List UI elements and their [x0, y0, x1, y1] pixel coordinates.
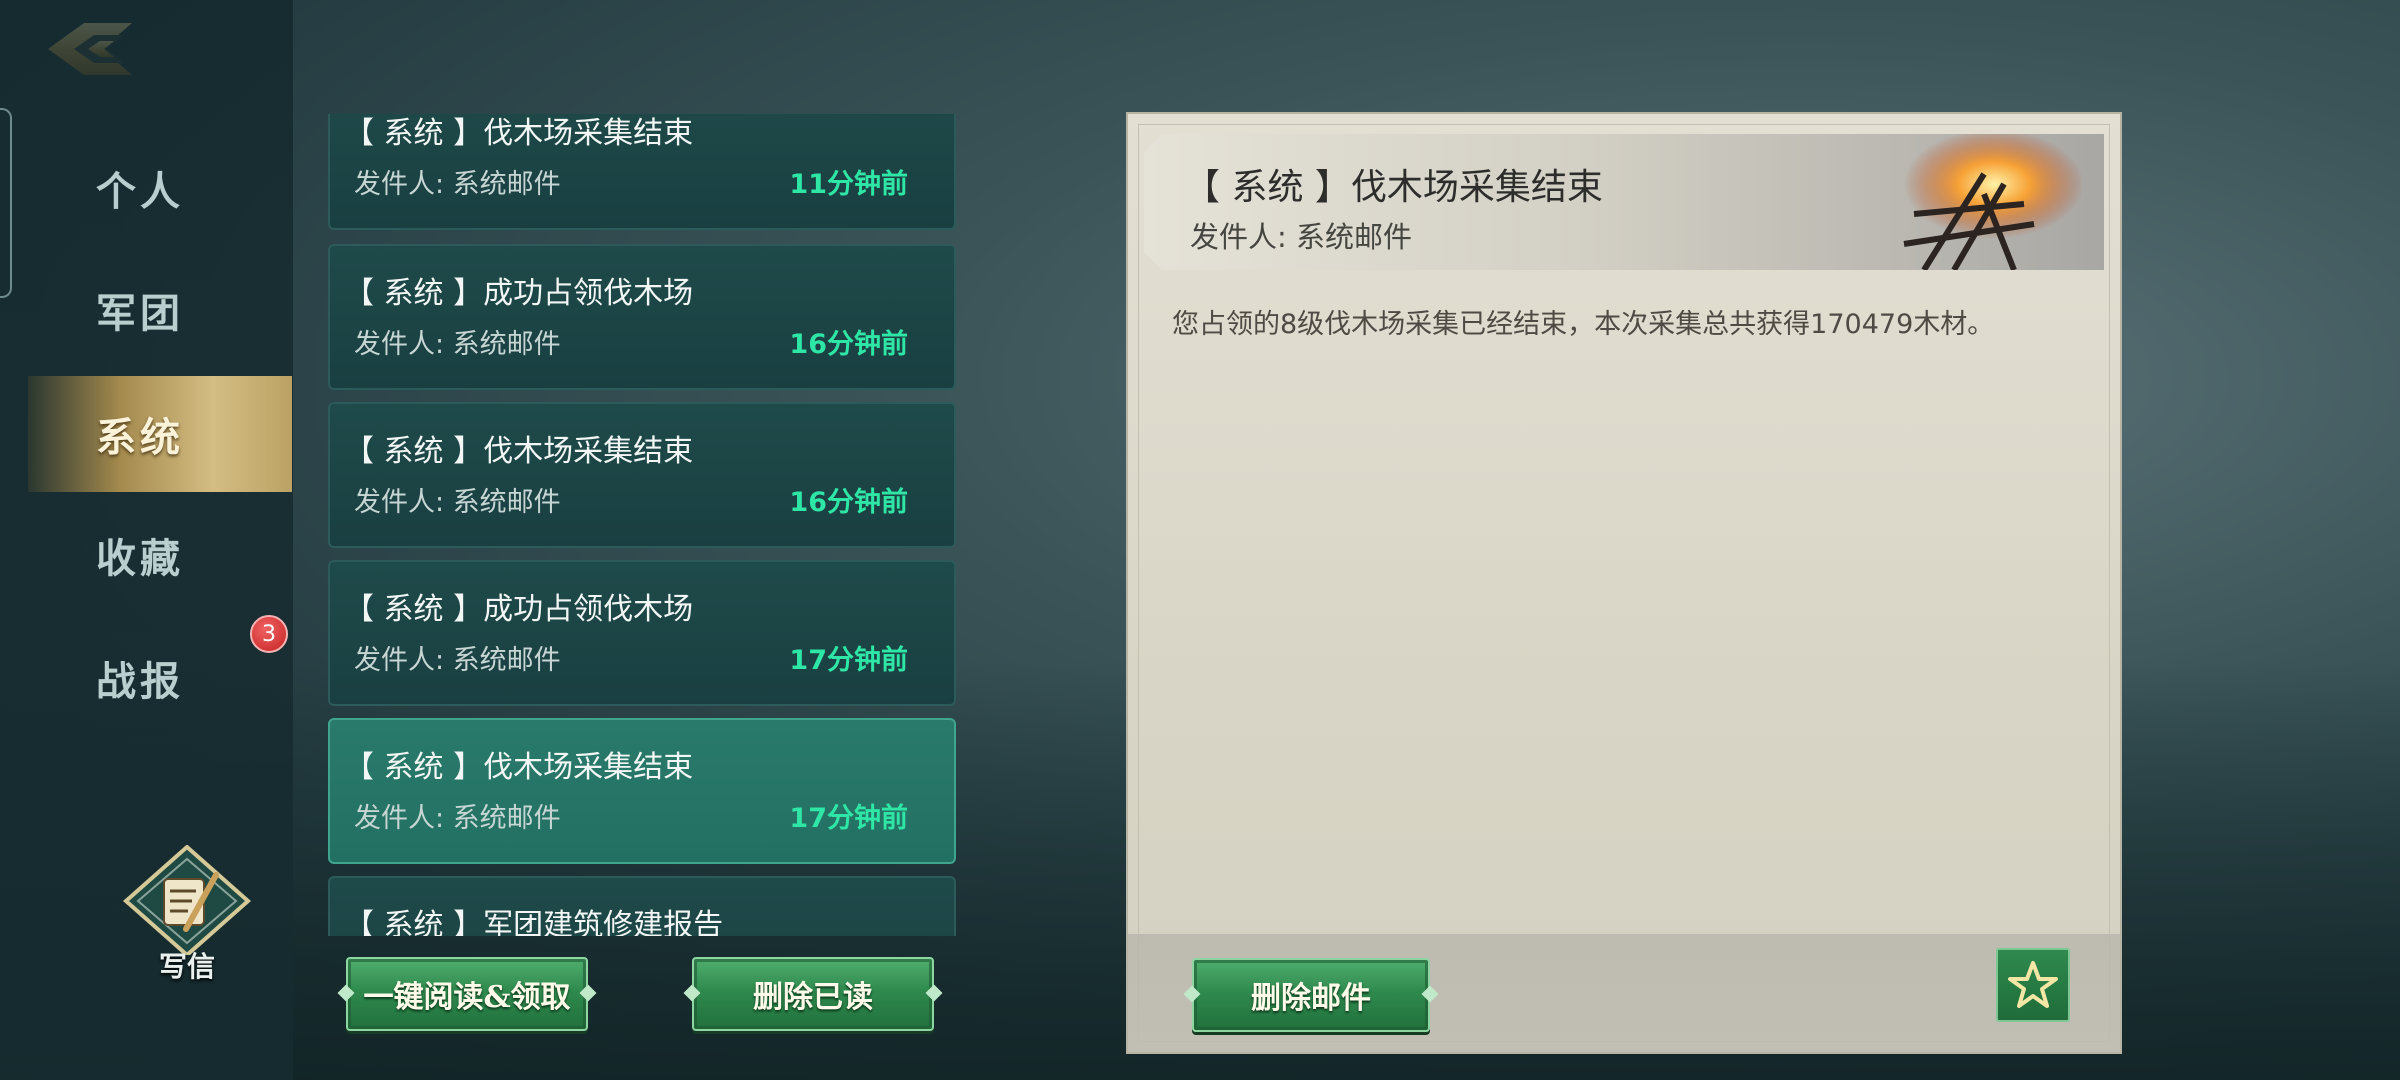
delete-mail-button[interactable]: 删除邮件	[1192, 958, 1430, 1032]
delete-read-button[interactable]: 删除已读	[692, 957, 934, 1031]
mail-sender: 发件人: 系统邮件	[354, 169, 561, 200]
mail-sender: 发件人: 系统邮件	[354, 329, 561, 360]
detail-sender: 发件人: 系统邮件	[1190, 220, 1412, 254]
sidebar-edge-decoration	[0, 108, 12, 298]
tab-legion[interactable]: 军团	[28, 252, 292, 368]
mail-item[interactable]: 【 系统 】伐木场采集结束 发件人: 系统邮件 11分钟前	[328, 114, 956, 230]
mail-time: 16分钟前	[789, 329, 908, 360]
mail-list[interactable]: 【 系统 】伐木场采集结束 发件人: 系统邮件 11分钟前 【 系统 】成功占领…	[328, 114, 958, 936]
mail-title: 【 系统 】成功占领伐木场	[344, 276, 694, 311]
mail-time: 17分钟前	[789, 645, 908, 676]
detail-title: 【 系统 】伐木场采集结束	[1184, 167, 1603, 208]
mail-sender: 发件人: 系统邮件	[354, 645, 561, 676]
read-all-claim-button[interactable]: 一键阅读&领取	[346, 957, 588, 1031]
tab-personal[interactable]: 个人	[28, 130, 292, 246]
star-icon	[2008, 961, 2058, 1008]
mail-title: 【 系统 】军团建筑修建报告	[344, 908, 724, 936]
category-sidebar: 个人 军团 系统 收藏 战报 3 写信	[0, 0, 293, 1080]
tab-system[interactable]: 系统	[28, 376, 292, 492]
write-letter-button[interactable]: 写信	[122, 845, 252, 985]
mail-item[interactable]: 【 系统 】军团建筑修建报告	[328, 876, 956, 936]
mail-time: 17分钟前	[789, 803, 908, 834]
mail-title: 【 系统 】伐木场采集结束	[344, 116, 694, 151]
detail-body-text: 您占领的8级伐木场采集已经结束，本次采集总共获得170479木材。	[1172, 309, 1995, 340]
mail-item[interactable]: 【 系统 】成功占领伐木场 发件人: 系统邮件 16分钟前	[328, 244, 956, 390]
favorite-button[interactable]	[1996, 948, 2070, 1022]
tab-favorites[interactable]: 收藏	[28, 497, 292, 613]
mail-title: 【 系统 】伐木场采集结束	[344, 750, 694, 785]
battle-report-badge: 3	[250, 615, 288, 653]
mail-title: 【 系统 】成功占领伐木场	[344, 592, 694, 627]
mail-sender: 发件人: 系统邮件	[354, 487, 561, 518]
detail-footer: 删除邮件	[1128, 934, 2120, 1052]
mail-item[interactable]: 【 系统 】成功占领伐木场 发件人: 系统邮件 17分钟前	[328, 560, 956, 706]
mail-time: 16分钟前	[789, 487, 908, 518]
write-letter-label: 写信	[158, 950, 215, 983]
mail-item[interactable]: 【 系统 】伐木场采集结束 发件人: 系统邮件 16分钟前	[328, 402, 956, 548]
write-letter-icon	[122, 845, 252, 955]
mail-detail-panel: 【 系统 】伐木场采集结束 发件人: 系统邮件 您占领的8级伐木场采集已经结束，…	[1126, 112, 2122, 1054]
mail-sender: 发件人: 系统邮件	[354, 803, 561, 834]
burning-tower-illustration	[1864, 134, 2104, 270]
mail-time: 11分钟前	[789, 169, 908, 200]
mail-title: 【 系统 】伐木场采集结束	[344, 434, 694, 469]
mail-item-selected[interactable]: 【 系统 】伐木场采集结束 发件人: 系统邮件 17分钟前	[328, 718, 956, 864]
detail-header: 【 系统 】伐木场采集结束 发件人: 系统邮件	[1144, 134, 2104, 270]
